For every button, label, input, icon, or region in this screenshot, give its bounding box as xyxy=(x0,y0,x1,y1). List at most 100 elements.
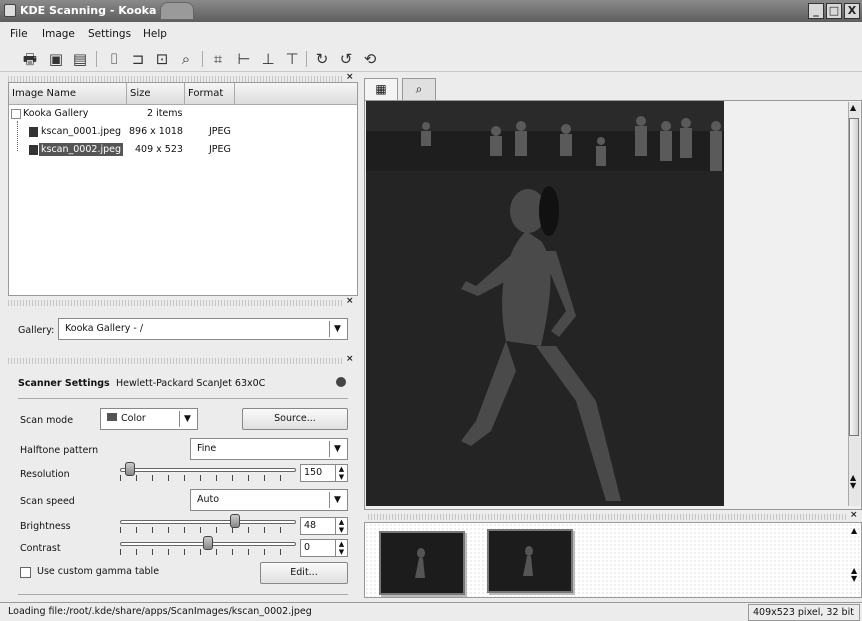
scan-speed-value: Auto xyxy=(197,494,220,505)
gallery-select[interactable]: Kooka Gallery - / ▼ xyxy=(58,318,348,340)
menu-help[interactable]: Help xyxy=(143,28,167,40)
original-size-icon[interactable]: ⊡ xyxy=(152,49,172,69)
save-image-icon[interactable]: ▣ xyxy=(46,49,66,69)
mirror-both-icon[interactable]: ⊤ xyxy=(282,49,302,69)
column-header-size[interactable]: Size xyxy=(127,83,185,105)
brightness-spinbox[interactable]: 48 ▲ ▼ xyxy=(300,517,348,535)
thumbnail-image-selected[interactable] xyxy=(487,529,573,593)
rotate-counterclockwise-icon[interactable]: ↺ xyxy=(336,49,356,69)
scroll-up-icon[interactable]: ▲ xyxy=(850,103,856,112)
halftone-select[interactable]: Fine ▼ xyxy=(190,438,348,460)
dock-close-icon[interactable]: × xyxy=(850,510,858,520)
scanner-settings-heading: Scanner Settings xyxy=(18,378,110,389)
thumbnail-image[interactable] xyxy=(379,531,465,595)
list-item-format: JPEG xyxy=(209,126,231,137)
scan-mode-value: Color xyxy=(121,413,146,424)
scan-mode-select[interactable]: Color ▼ xyxy=(100,408,198,430)
app-icon xyxy=(4,4,16,17)
scanner-device-name: Hewlett-Packard ScanJet 63x0C xyxy=(116,378,266,389)
gallery-root-name[interactable]: Kooka Gallery xyxy=(23,108,88,119)
tab-image-viewer[interactable]: ▦ xyxy=(364,78,398,100)
brightness-slider[interactable] xyxy=(120,514,296,536)
contrast-slider[interactable] xyxy=(120,536,296,558)
scrollbar-thumb[interactable] xyxy=(849,118,859,436)
chevron-down-icon[interactable]: ▼ xyxy=(329,321,345,337)
thumb-scroll-icon[interactable]: ▲ ▲ ▼ xyxy=(851,527,857,583)
fit-width-icon[interactable]: ⌷ xyxy=(104,49,124,69)
column-header-format[interactable]: Format xyxy=(185,83,235,105)
scan-speed-select[interactable]: Auto ▼ xyxy=(190,489,348,511)
rotate-clockwise-icon[interactable]: ↻ xyxy=(312,49,332,69)
spin-arrows-icon[interactable]: ▲ ▼ xyxy=(335,465,347,481)
resolution-label: Resolution xyxy=(20,469,70,480)
image-viewer-icon: ▦ xyxy=(375,82,387,96)
scan-mode-label: Scan mode xyxy=(20,415,74,426)
maximize-icon[interactable]: □ xyxy=(826,3,842,19)
close-icon[interactable]: X xyxy=(844,3,860,19)
list-item-format: JPEG xyxy=(209,144,231,155)
contrast-label: Contrast xyxy=(20,543,61,554)
rotate-180-icon[interactable]: ⟲ xyxy=(360,49,380,69)
list-item-size: 896 x 1018 xyxy=(129,126,183,137)
gallery-list[interactable]: Image Name Size Format Kooka Gallery 2 i… xyxy=(8,82,358,296)
minimize-icon[interactable]: _ xyxy=(808,3,824,19)
save-as-icon[interactable]: ▤ xyxy=(70,49,90,69)
gallery-select-value: Kooka Gallery - / xyxy=(65,323,144,334)
dock-close-icon[interactable]: × xyxy=(346,354,354,364)
gamma-label: Use custom gamma table xyxy=(37,566,160,577)
resolution-value: 150 xyxy=(304,467,323,478)
gamma-checkbox[interactable] xyxy=(20,567,31,578)
contrast-slider-handle[interactable] xyxy=(203,536,213,550)
menu-settings[interactable]: Settings xyxy=(88,28,131,40)
fit-height-icon[interactable]: ⊐ xyxy=(128,49,148,69)
spin-arrows-icon[interactable]: ▲ ▼ xyxy=(335,540,347,556)
spin-arrows-icon[interactable]: ▲ ▼ xyxy=(335,518,347,534)
dock-grip[interactable] xyxy=(8,300,344,306)
magnifier-icon: ⌕ xyxy=(415,82,423,96)
ocr-icon[interactable]: ⌕ xyxy=(176,49,196,69)
scan-speed-label: Scan speed xyxy=(20,496,75,507)
source-button[interactable]: Source... xyxy=(242,408,348,430)
contrast-spinbox[interactable]: 0 ▲ ▼ xyxy=(300,539,348,557)
brightness-value: 48 xyxy=(304,520,317,531)
list-item-name[interactable]: kscan_0001.jpeg xyxy=(41,126,121,137)
scroll-down-icon[interactable]: ▲ ▼ xyxy=(850,474,856,490)
brightness-slider-handle[interactable] xyxy=(230,514,240,528)
menu-file[interactable]: File xyxy=(10,28,28,40)
window-title: KDE Scanning - Kooka xyxy=(20,4,157,17)
brightness-label: Brightness xyxy=(20,521,71,532)
dock-close-icon[interactable]: × xyxy=(346,296,354,306)
menu-image[interactable]: Image xyxy=(42,28,75,40)
resolution-slider-handle[interactable] xyxy=(125,462,135,476)
edit-gamma-button[interactable]: Edit... xyxy=(260,562,348,584)
mirror-horizontal-icon[interactable]: ⊥ xyxy=(258,49,278,69)
chevron-down-icon[interactable]: ▼ xyxy=(329,492,345,508)
thumbnail-panel[interactable]: ▲ ▲ ▼ xyxy=(364,522,862,598)
dock-grip[interactable] xyxy=(368,514,846,520)
crop-icon[interactable]: ⌗ xyxy=(208,49,228,69)
resolution-spinbox[interactable]: 150 ▲ ▼ xyxy=(300,464,348,482)
chevron-down-icon[interactable]: ▼ xyxy=(329,441,345,457)
title-bar[interactable]: KDE Scanning - Kooka _ □ X xyxy=(0,0,862,22)
gallery-label: Gallery: xyxy=(18,325,55,336)
menu-bar: File Image Settings Help xyxy=(0,24,862,44)
list-item-name-selected[interactable]: kscan_0002.jpeg xyxy=(39,143,124,156)
folder-icon xyxy=(11,109,21,119)
window-tab-decoration[interactable] xyxy=(160,2,194,20)
dock-close-icon[interactable]: × xyxy=(346,72,354,82)
column-header-name[interactable]: Image Name xyxy=(9,83,127,105)
chevron-down-icon[interactable]: ▼ xyxy=(179,411,195,427)
dock-grip[interactable] xyxy=(8,358,344,364)
halftone-value: Fine xyxy=(197,443,217,454)
image-info: 409x523 pixel, 32 bit xyxy=(748,604,860,621)
resolution-slider[interactable] xyxy=(120,462,296,484)
scanned-image xyxy=(366,101,724,506)
gallery-root-count: 2 items xyxy=(147,108,183,119)
print-icon[interactable]: 🖶 xyxy=(20,49,40,69)
mirror-vertical-icon[interactable]: ⊢ xyxy=(234,49,254,69)
status-bar: Loading file:/root/.kde/share/apps/ScanI… xyxy=(0,602,862,621)
tab-preview[interactable]: ⌕ xyxy=(402,78,436,100)
list-item-size: 409 x 523 xyxy=(135,144,183,155)
toolbar: 🖶 ▣ ▤ ⌷ ⊐ ⊡ ⌕ ⌗ ⊢ ⊥ ⊤ ↻ ↺ ⟲ xyxy=(0,46,862,72)
image-file-icon xyxy=(29,127,38,137)
